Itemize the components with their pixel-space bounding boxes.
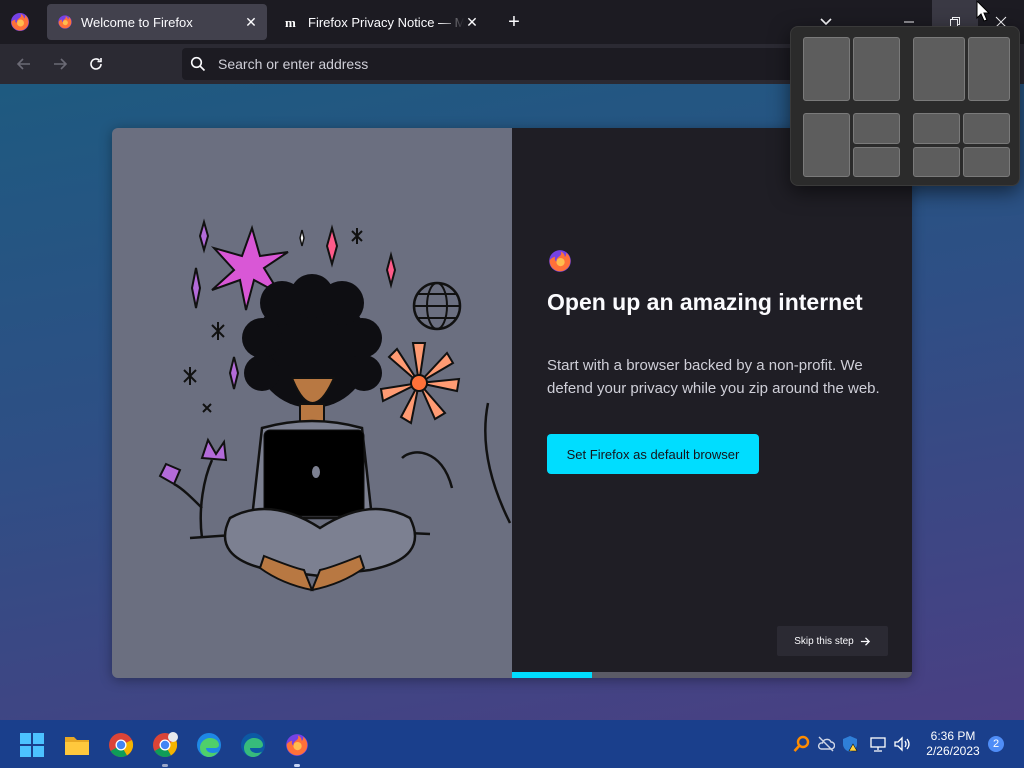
snap-zone-quad-bottom-left[interactable] xyxy=(913,147,960,177)
plus-icon[interactable]: + xyxy=(504,12,524,32)
person-with-laptop-illustration xyxy=(158,218,512,592)
network-icon[interactable] xyxy=(869,735,887,753)
taskbar: 6:36 PM 2/26/2023 2 xyxy=(0,720,1024,768)
close-icon[interactable]: ✕ xyxy=(243,14,259,30)
volume-icon[interactable] xyxy=(893,735,911,753)
snap-zone-one-third-right[interactable] xyxy=(968,37,1010,101)
mozilla-icon: m xyxy=(284,14,300,30)
search-tray-icon[interactable] xyxy=(793,735,811,753)
clock-date: 2/26/2023 xyxy=(926,744,980,758)
system-clock[interactable]: 6:36 PM 2/26/2023 xyxy=(920,729,986,759)
edge-icon[interactable] xyxy=(196,732,222,758)
snap-zone-top-right[interactable] xyxy=(853,113,900,144)
cloud-icon[interactable] xyxy=(817,735,835,753)
tab-title: Welcome to Firefox xyxy=(81,14,193,30)
chrome-profile-icon[interactable] xyxy=(152,732,178,758)
back-button[interactable] xyxy=(12,52,36,76)
chrome-icon[interactable] xyxy=(108,732,134,758)
close-icon[interactable]: ✕ xyxy=(464,14,480,30)
snap-zone-half-right[interactable] xyxy=(853,37,900,101)
forward-arrow-icon xyxy=(54,58,68,70)
search-icon xyxy=(190,56,206,72)
snap-zone-quad-bottom-right[interactable] xyxy=(963,147,1010,177)
edge-icon[interactable] xyxy=(240,732,266,758)
tab-privacy-notice[interactable]: m Firefox Privacy Notice — Mozilla ✕ xyxy=(274,4,488,40)
firefox-icon xyxy=(58,15,72,29)
progress-fill xyxy=(512,672,592,678)
windows-start-icon[interactable] xyxy=(20,733,44,757)
onboarding-card: Open up an amazing internet Start with a… xyxy=(112,128,912,678)
firefox-icon[interactable] xyxy=(284,732,310,758)
tab-welcome[interactable]: Welcome to Firefox ✕ xyxy=(47,4,267,40)
notification-badge[interactable]: 2 xyxy=(988,736,1004,752)
onboarding-text-panel: Open up an amazing internet Start with a… xyxy=(512,128,912,678)
page-title: Open up an amazing internet xyxy=(547,289,863,315)
snap-zone-left-column[interactable] xyxy=(803,113,850,177)
reload-icon xyxy=(90,58,102,70)
svg-text:m: m xyxy=(285,15,296,30)
firefox-icon[interactable] xyxy=(8,10,32,34)
skip-step-button[interactable]: Skip this step xyxy=(777,626,888,656)
onboarding-progress xyxy=(512,672,912,678)
back-arrow-icon xyxy=(16,58,30,70)
tab-title: Firefox Privacy Notice — Mozilla xyxy=(308,14,464,30)
snap-zone-half-left[interactable] xyxy=(803,37,850,101)
arrow-right-icon xyxy=(860,636,870,646)
page-subtitle: Start with a browser backed by a non-pro… xyxy=(547,357,880,397)
address-bar[interactable] xyxy=(182,48,822,80)
skip-step-label: Skip this step xyxy=(794,635,854,647)
firefox-icon xyxy=(549,250,571,272)
illustration-panel xyxy=(112,128,512,678)
snap-zone-quad-top-right[interactable] xyxy=(963,113,1010,144)
snap-zone-two-thirds-left[interactable] xyxy=(913,37,965,101)
address-input[interactable] xyxy=(216,55,822,73)
snap-zone-bottom-right[interactable] xyxy=(853,147,900,177)
set-default-browser-button[interactable]: Set Firefox as default browser xyxy=(547,434,759,474)
running-indicator xyxy=(162,764,168,767)
snap-layouts-flyout xyxy=(790,26,1020,186)
shield-icon[interactable] xyxy=(841,735,859,753)
folder-icon[interactable] xyxy=(64,732,90,758)
snap-zone-quad-top-left[interactable] xyxy=(913,113,960,144)
reload-button[interactable] xyxy=(84,52,108,76)
forward-button[interactable] xyxy=(48,52,72,76)
running-indicator xyxy=(294,764,300,767)
clock-time: 6:36 PM xyxy=(930,729,976,743)
mouse-cursor-icon xyxy=(976,0,990,22)
